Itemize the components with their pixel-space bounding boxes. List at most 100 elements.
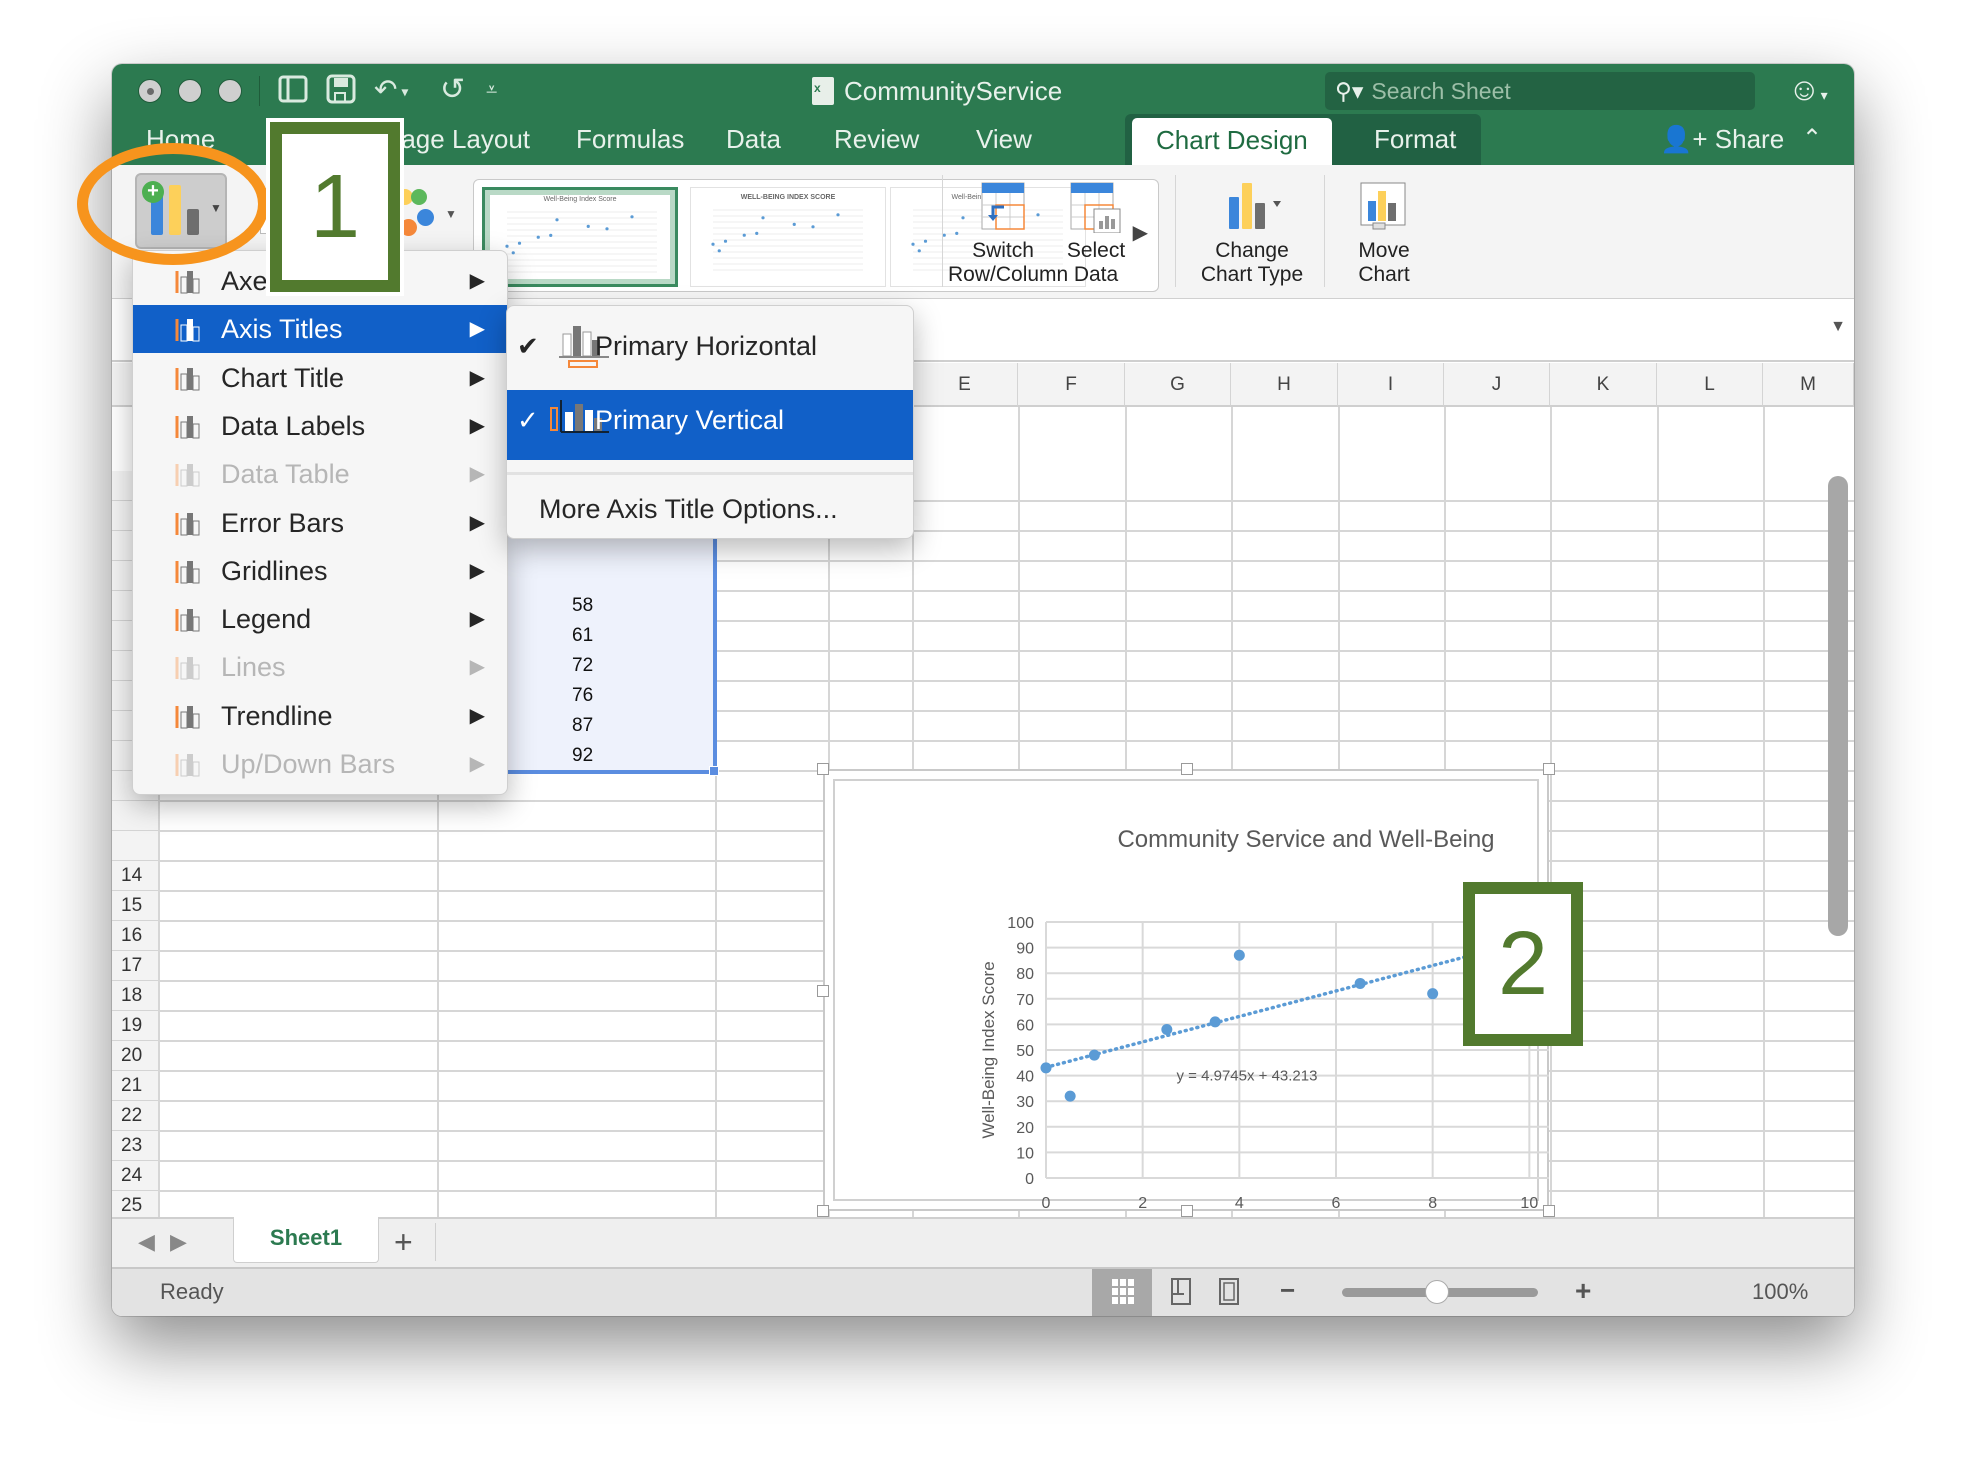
- menu-item-primary-vertical[interactable]: ✓ Primary Vertical: [507, 390, 913, 460]
- add-person-icon: 👤+: [1660, 124, 1708, 154]
- zoom-slider[interactable]: [1342, 1280, 1538, 1304]
- cell-value[interactable]: 58: [572, 591, 593, 621]
- add-sheet-button[interactable]: +: [394, 1221, 413, 1263]
- column-header[interactable]: F: [1018, 363, 1125, 407]
- cell-value[interactable]: 92: [572, 741, 593, 771]
- row-header[interactable]: 21: [112, 1071, 158, 1101]
- redo-icon[interactable]: ↺: [440, 74, 465, 106]
- chart-object[interactable]: 0102030405060708090100024681012Community…: [817, 763, 1555, 1217]
- save-icon[interactable]: [326, 74, 356, 111]
- tab-formulas[interactable]: Formulas: [564, 114, 696, 164]
- change-chart-type-button[interactable]: Change Chart Type: [1187, 179, 1317, 287]
- cell-value[interactable]: 87: [572, 711, 593, 741]
- menu-item-gridlines[interactable]: Gridlines ▶: [133, 547, 507, 595]
- zoom-in-button[interactable]: +: [1575, 1275, 1591, 1307]
- thumb-point: [555, 218, 559, 222]
- select-data-button[interactable]: Select Data: [1056, 179, 1136, 287]
- submenu-arrow-icon: ▶: [469, 318, 485, 341]
- submenu-arrow-icon: ▶: [469, 511, 485, 534]
- column-header[interactable]: E: [912, 363, 1018, 407]
- row-header[interactable]: 17: [112, 951, 158, 981]
- expand-formula-bar-icon[interactable]: ▼: [1830, 318, 1846, 336]
- sheet-tab-sheet1[interactable]: Sheet1: [233, 1217, 379, 1263]
- change-colors-button[interactable]: ▼: [397, 183, 467, 253]
- resize-handle[interactable]: [817, 763, 829, 775]
- move-chart-button[interactable]: Move Chart: [1344, 179, 1424, 287]
- tab-data[interactable]: Data: [714, 114, 793, 164]
- row-header[interactable]: [112, 831, 158, 861]
- row-header[interactable]: 16: [112, 921, 158, 951]
- chart-style-thumb[interactable]: WELL-BEING INDEX SCORE: [690, 187, 886, 287]
- column-header[interactable]: J: [1444, 363, 1550, 407]
- column-header[interactable]: I: [1338, 363, 1444, 407]
- search-sheet-input[interactable]: ⚲▾ Search Sheet: [1325, 72, 1755, 110]
- tab-review[interactable]: Review: [822, 114, 931, 164]
- column-header[interactable]: K: [1550, 363, 1657, 407]
- resize-handle[interactable]: [817, 1205, 829, 1217]
- cell-value[interactable]: 76: [572, 681, 593, 711]
- status-text: Ready: [160, 1279, 224, 1304]
- minimize-window-button[interactable]: [178, 79, 202, 103]
- column-header[interactable]: L: [1657, 363, 1763, 407]
- step-2-annotation: 2: [1463, 882, 1583, 1046]
- thumb-point: [605, 227, 609, 231]
- row-header[interactable]: 24: [112, 1161, 158, 1191]
- zoom-window-button[interactable]: [218, 79, 242, 103]
- close-window-button[interactable]: [138, 79, 162, 103]
- cell-value[interactable]: 61: [572, 621, 593, 651]
- fill-handle[interactable]: [709, 766, 719, 776]
- undo-icon[interactable]: ↶ ▾: [374, 74, 408, 108]
- normal-view-button[interactable]: [1092, 1269, 1152, 1316]
- excel-file-icon: [812, 77, 834, 105]
- row-header[interactable]: 20: [112, 1041, 158, 1071]
- menu-item-trendline[interactable]: Trendline ▶: [133, 692, 507, 740]
- legend-icon: [175, 609, 200, 632]
- tab-view[interactable]: View: [964, 114, 1044, 164]
- y-tick-label: 70: [1016, 992, 1034, 1009]
- resize-handle[interactable]: [817, 985, 829, 997]
- resize-handle[interactable]: [1181, 1205, 1193, 1217]
- menu-item-error-bars[interactable]: Error Bars ▶: [133, 499, 507, 547]
- x-tick-label: 10: [1520, 1195, 1538, 1211]
- resize-handle[interactable]: [1543, 763, 1555, 775]
- tab-chart-design[interactable]: Chart Design: [1132, 118, 1332, 165]
- collapse-ribbon-icon[interactable]: ⌃: [1802, 114, 1822, 164]
- share-button[interactable]: 👤+ Share: [1660, 114, 1784, 164]
- scroll-sheets-left-icon[interactable]: ◀: [138, 1229, 155, 1255]
- feedback-smiley-icon[interactable]: ☺▾: [1788, 71, 1828, 108]
- column-header[interactable]: H: [1231, 363, 1338, 407]
- trendline-icon: [175, 705, 200, 729]
- page-break-view-button[interactable]: [1200, 1269, 1260, 1316]
- menu-item-data-labels[interactable]: Data Labels ▶: [133, 402, 507, 450]
- sidebar-icon[interactable]: [278, 74, 308, 111]
- cell-value[interactable]: 72: [572, 651, 593, 681]
- column-header[interactable]: G: [1125, 363, 1231, 407]
- resize-handle[interactable]: [1181, 763, 1193, 775]
- menu-item-primary-horizontal[interactable]: ✔ Primary Horizontal: [507, 316, 913, 376]
- row-header[interactable]: 14: [112, 861, 158, 891]
- row-header[interactable]: 23: [112, 1131, 158, 1161]
- menu-item-chart-title[interactable]: Chart Title ▶: [133, 354, 507, 402]
- y-tick-label: 0: [1025, 1171, 1034, 1188]
- resize-handle[interactable]: [1543, 1205, 1555, 1217]
- customize-toolbar-icon[interactable]: ⩡: [486, 74, 497, 106]
- row-header[interactable]: 19: [112, 1011, 158, 1041]
- zoom-level[interactable]: 100%: [1752, 1279, 1808, 1305]
- zoom-slider-knob[interactable]: [1424, 1280, 1449, 1304]
- thumb-point: [723, 239, 728, 243]
- tab-format[interactable]: Format: [1362, 114, 1468, 164]
- zoom-out-button[interactable]: −: [1280, 1275, 1295, 1306]
- column-header[interactable]: M: [1763, 363, 1854, 407]
- chart-style-thumb[interactable]: Well-Being Index Score: [482, 187, 678, 287]
- menu-item-axis-titles[interactable]: Axis Titles ▶: [133, 305, 507, 354]
- row-header[interactable]: 25: [112, 1191, 158, 1217]
- scroll-sheets-right-icon[interactable]: ▶: [170, 1229, 187, 1255]
- row-header[interactable]: 22: [112, 1101, 158, 1131]
- row-header[interactable]: [112, 801, 158, 831]
- vertical-scrollbar-thumb[interactable]: [1828, 476, 1848, 936]
- switch-row-column-button[interactable]: Switch Row/Column: [948, 179, 1068, 287]
- row-header[interactable]: 18: [112, 981, 158, 1011]
- row-header[interactable]: 15: [112, 891, 158, 921]
- menu-item-legend[interactable]: Legend ▶: [133, 595, 507, 643]
- menu-item-more-axis-title-options[interactable]: More Axis Title Options...: [507, 484, 913, 534]
